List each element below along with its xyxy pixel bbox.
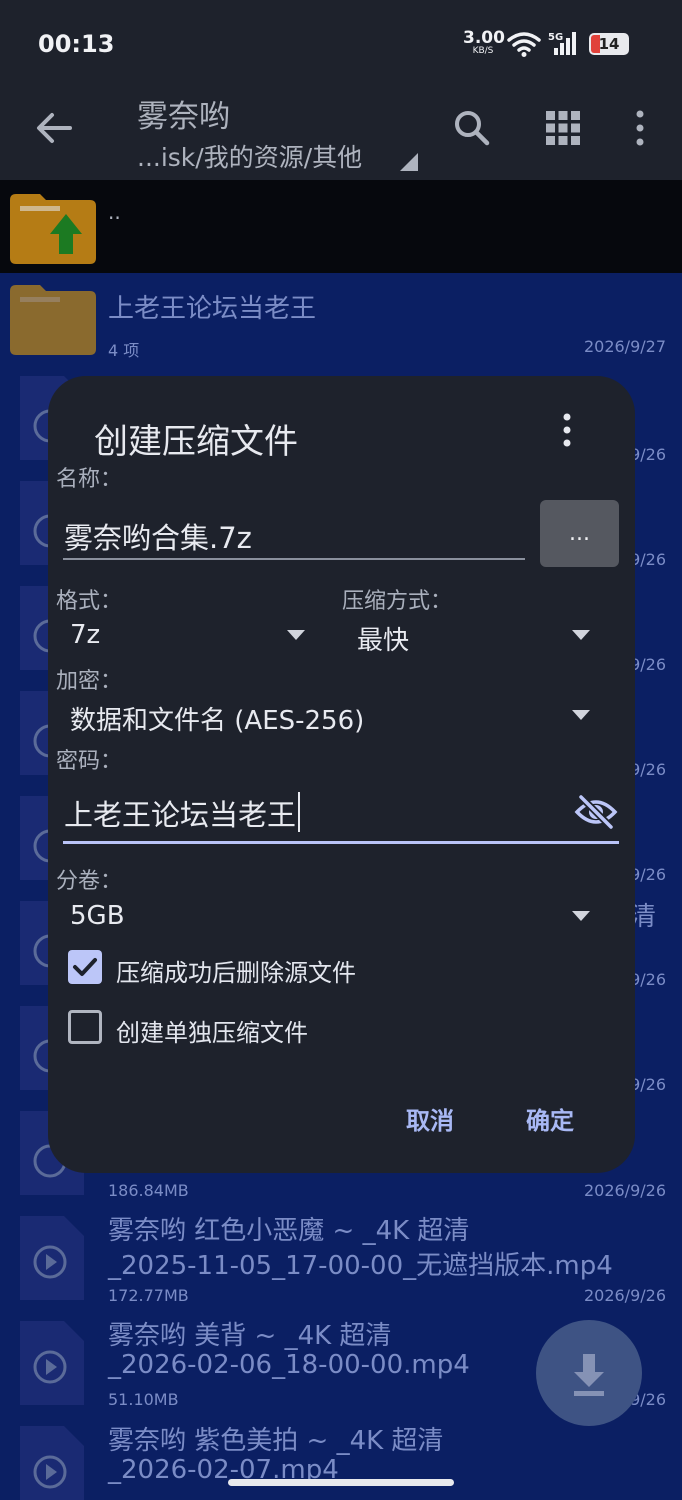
create-archive-dialog: 创建压缩文件 名称： 雾奈哟合集.7z ... 格式： 压缩方式： 7z 最快 … bbox=[48, 376, 635, 1173]
folder-count: 4 项 bbox=[108, 341, 140, 360]
name-label: 名称： bbox=[56, 467, 123, 492]
file-date: 2026/9/26 bbox=[583, 1286, 666, 1305]
file-date: 9/26 bbox=[630, 1075, 666, 1094]
parent-folder-label: .. bbox=[108, 200, 121, 224]
format-dropdown-icon[interactable] bbox=[287, 630, 305, 640]
file-size: 51.10MB bbox=[108, 1390, 179, 1409]
encryption-dropdown-icon[interactable] bbox=[572, 710, 590, 720]
ok-button[interactable]: 确定 bbox=[526, 1101, 574, 1136]
grid-view-icon[interactable] bbox=[543, 108, 583, 148]
battery-icon: 14 bbox=[589, 33, 629, 55]
video-file-icon bbox=[20, 1426, 84, 1500]
password-underline bbox=[63, 841, 619, 844]
separate-archive-checkbox[interactable] bbox=[68, 1010, 102, 1044]
status-time: 00:13 bbox=[38, 30, 115, 58]
browse-button[interactable]: ... bbox=[540, 500, 619, 567]
cell-label: 5G bbox=[548, 32, 563, 43]
network-rate: 3.00 KB/S bbox=[463, 28, 505, 56]
file-date: 9/26 bbox=[630, 865, 666, 884]
dialog-more-icon[interactable] bbox=[556, 412, 578, 448]
battery-level: 14 bbox=[598, 35, 620, 53]
page-title: 雾奈哟 bbox=[137, 99, 230, 135]
password-field[interactable]: 上老王论坛当老王 bbox=[64, 792, 301, 834]
wifi-icon bbox=[507, 32, 541, 57]
status-bar: 00:13 3.00 KB/S 5G 14 bbox=[0, 0, 682, 88]
video-file-icon bbox=[20, 1321, 84, 1405]
home-indicator[interactable] bbox=[228, 1479, 454, 1486]
download-icon bbox=[574, 1354, 604, 1396]
file-name: 雾奈哟 红色小恶魔 ~ _4K 超清 bbox=[108, 1216, 470, 1246]
network-rate-unit: KB/S bbox=[472, 46, 494, 56]
search-icon[interactable] bbox=[452, 108, 492, 148]
path-dropdown-icon[interactable] bbox=[400, 153, 418, 171]
format-select[interactable]: 7z bbox=[70, 620, 100, 650]
file-size: 186.84MB bbox=[108, 1181, 189, 1200]
password-label: 密码： bbox=[56, 749, 123, 774]
compression-method-label: 压缩方式： bbox=[342, 589, 453, 614]
download-fab[interactable] bbox=[536, 1320, 642, 1426]
encryption-label: 加密： bbox=[56, 669, 123, 694]
cancel-button[interactable]: 取消 bbox=[406, 1101, 454, 1136]
split-volume-select[interactable]: 5GB bbox=[70, 901, 125, 931]
name-underline bbox=[63, 558, 525, 560]
file-name: 雾奈哟 紫色美拍 ~ _4K 超清 bbox=[108, 1426, 444, 1456]
cellular-signal-icon: 5G bbox=[548, 32, 576, 55]
format-label: 格式： bbox=[56, 589, 123, 614]
file-date: 9/26 bbox=[630, 760, 666, 779]
file-date: 9/26 bbox=[630, 970, 666, 989]
password-input: 上老王论坛当老王 bbox=[64, 798, 297, 832]
delete-source-checkbox[interactable] bbox=[68, 950, 102, 984]
method-dropdown-icon[interactable] bbox=[572, 630, 590, 640]
encryption-select[interactable]: 数据和文件名 (AES-256) bbox=[70, 700, 364, 737]
app-header: 00:13 3.00 KB/S 5G 14 雾奈哟 ...isk/我的资源/其他 bbox=[0, 0, 682, 180]
breadcrumb[interactable]: ...isk/我的资源/其他 bbox=[137, 138, 362, 174]
video-file-icon bbox=[20, 1216, 84, 1300]
file-name: 雾奈哟 美背 ~ _4K 超清 bbox=[108, 1321, 392, 1351]
delete-source-label[interactable]: 压缩成功后删除源文件 bbox=[116, 953, 356, 988]
back-arrow-icon[interactable] bbox=[34, 108, 74, 148]
parent-folder-icon bbox=[10, 194, 96, 264]
check-icon bbox=[73, 958, 97, 976]
list-item[interactable]: 上老王论坛当老王 4 项 2026/9/27 bbox=[0, 273, 682, 368]
folder-date: 2026/9/27 bbox=[583, 337, 666, 356]
compression-method-select[interactable]: 最快 bbox=[357, 620, 409, 657]
visibility-off-icon[interactable] bbox=[574, 794, 618, 830]
file-name-line2: _2025-11-05_17-00-00_无遮挡版本.mp4 bbox=[108, 1251, 613, 1281]
file-size: 172.77MB bbox=[108, 1286, 189, 1305]
name-input[interactable]: 雾奈哟合集.7z bbox=[64, 515, 252, 557]
folder-icon bbox=[10, 285, 96, 355]
dialog-title: 创建压缩文件 bbox=[94, 422, 298, 462]
split-volume-label: 分卷： bbox=[56, 869, 123, 894]
text-cursor bbox=[298, 792, 301, 832]
network-rate-value: 3.00 bbox=[463, 28, 505, 48]
file-date: 9/26 bbox=[630, 445, 666, 464]
separate-archive-label[interactable]: 创建单独压缩文件 bbox=[116, 1013, 308, 1048]
more-options-icon[interactable] bbox=[620, 108, 660, 148]
folder-name: 上老王论坛当老王 bbox=[108, 294, 317, 324]
file-date: 2026/9/26 bbox=[583, 1181, 666, 1200]
file-date: 9/26 bbox=[630, 655, 666, 674]
file-name-line2: _2026-02-06_18-00-00.mp4 bbox=[108, 1350, 470, 1380]
parent-folder-row[interactable] bbox=[0, 180, 682, 273]
split-dropdown-icon[interactable] bbox=[572, 911, 590, 921]
file-date: 9/26 bbox=[630, 550, 666, 569]
